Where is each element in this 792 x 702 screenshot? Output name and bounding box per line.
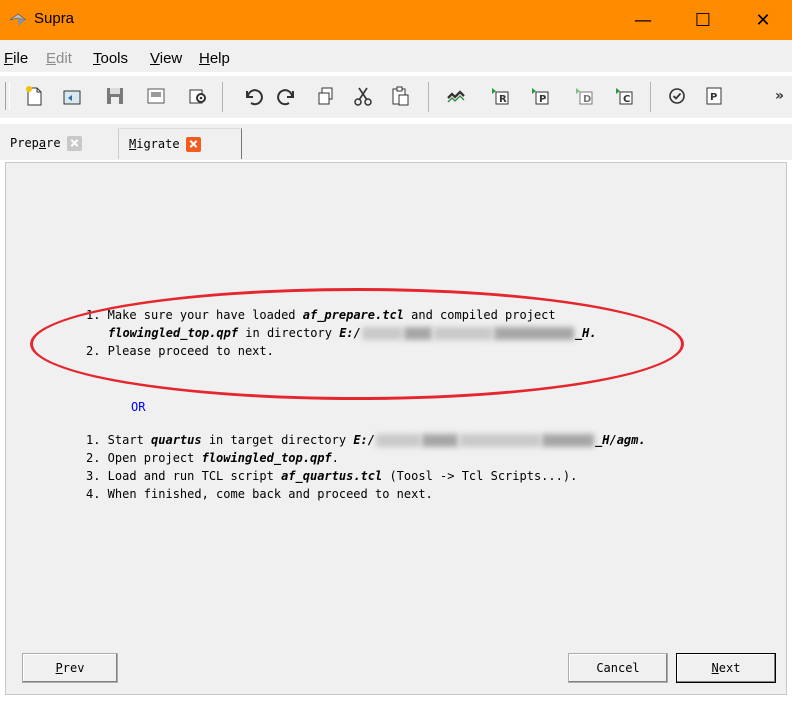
redacted-path	[376, 434, 421, 447]
run-c-icon[interactable]: C	[612, 84, 636, 108]
tab-label: Prepare	[10, 136, 61, 150]
properties-icon[interactable]: P	[702, 84, 726, 108]
close-tab-icon[interactable]	[185, 136, 201, 152]
close-button[interactable]: ✕	[740, 0, 786, 40]
svg-text:R: R	[499, 94, 507, 105]
toolbar-overflow-button[interactable]: »	[775, 88, 784, 104]
save-as-icon[interactable]	[144, 84, 168, 108]
toolbar: R P D C P »	[0, 76, 792, 118]
tab-prepare[interactable]: Prepare	[0, 128, 118, 158]
title-bar: Supra — ☐ ✕	[0, 0, 792, 40]
migrate-panel: 1. Make sure your have loaded af_prepare…	[5, 162, 787, 695]
toolbar-separator	[428, 82, 429, 112]
redacted-path	[422, 434, 459, 447]
run-d-icon[interactable]: D	[572, 84, 596, 108]
save-icon[interactable]	[103, 84, 127, 108]
svg-text:P: P	[539, 94, 546, 105]
window-title: Supra	[34, 10, 75, 27]
new-project-icon[interactable]	[22, 84, 46, 108]
run-r-icon[interactable]: R	[488, 84, 512, 108]
undo-icon[interactable]	[240, 84, 264, 108]
instruction-line: 4. When finished, come back and proceed …	[86, 487, 433, 501]
migrate-icon[interactable]	[444, 84, 468, 108]
or-separator: OR	[131, 400, 146, 414]
settings-icon[interactable]	[186, 84, 210, 108]
next-button[interactable]: Next	[676, 653, 776, 683]
instruction-line: 3. Load and run TCL script af_quartus.tc…	[86, 469, 578, 483]
tab-strip: Prepare Migrate	[0, 124, 792, 160]
tab-migrate[interactable]: Migrate	[118, 128, 242, 159]
prev-button[interactable]: Prev	[22, 653, 118, 683]
app-logo-icon	[8, 12, 28, 28]
tab-label: Migrate	[129, 137, 180, 151]
menu-tools[interactable]: Tools	[93, 50, 128, 67]
menu-bar: File Edit Tools View Help	[0, 40, 792, 72]
paste-icon[interactable]	[388, 84, 412, 108]
redacted-path	[460, 434, 541, 447]
toolbar-separator	[650, 82, 651, 112]
menu-view[interactable]: View	[150, 50, 182, 67]
menu-edit[interactable]: Edit	[46, 50, 72, 67]
svg-text:P: P	[710, 92, 717, 103]
open-icon[interactable]	[60, 84, 84, 108]
cancel-button[interactable]: Cancel	[568, 653, 668, 683]
menu-help[interactable]: Help	[199, 50, 230, 67]
instruction-line: 2. Open project flowingled_top.qpf.	[86, 451, 339, 465]
maximize-button[interactable]: ☐	[680, 0, 726, 40]
copy-icon[interactable]	[314, 84, 338, 108]
minimize-button[interactable]: —	[620, 0, 666, 40]
close-tab-icon[interactable]	[66, 135, 82, 151]
red-annotation-ellipse	[30, 288, 684, 400]
cut-icon[interactable]	[351, 84, 375, 108]
svg-text:D: D	[583, 94, 591, 105]
run-p-icon[interactable]: P	[528, 84, 552, 108]
check-icon[interactable]	[665, 84, 689, 108]
redo-icon[interactable]	[276, 84, 300, 108]
toolbar-grip[interactable]	[5, 82, 10, 110]
redacted-path	[542, 434, 595, 447]
svg-text:C: C	[623, 94, 630, 105]
toolbar-separator	[222, 82, 223, 112]
instruction-line: 1. Start quartus in target directory E:/…	[86, 433, 646, 447]
menu-file[interactable]: File	[4, 50, 28, 67]
